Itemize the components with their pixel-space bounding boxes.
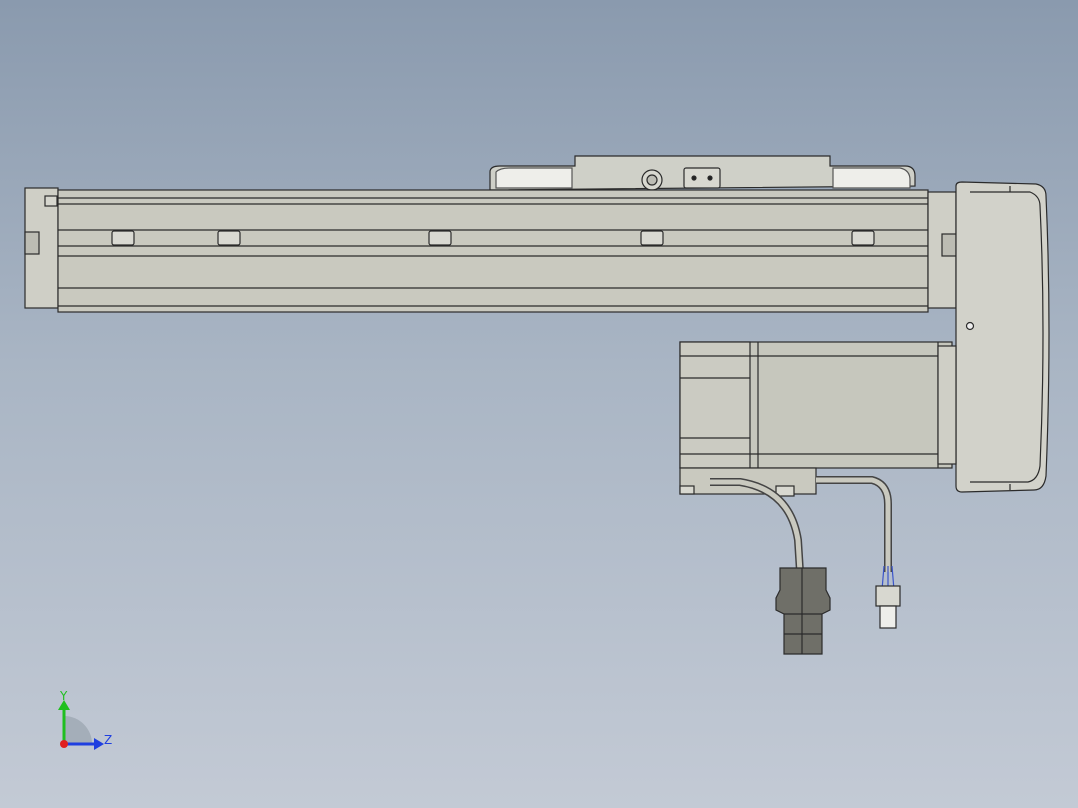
linear-actuator-model[interactable] <box>24 155 1050 655</box>
carriage <box>489 155 916 191</box>
servo-motor <box>679 341 957 497</box>
cad-viewport[interactable]: Y Z <box>0 0 1078 808</box>
right-end-block <box>927 191 957 309</box>
model-canvas[interactable]: Y Z <box>0 0 1078 808</box>
z-axis-label: Z <box>104 733 112 747</box>
encoder-connector <box>875 585 901 629</box>
y-axis-label: Y <box>59 689 68 703</box>
x-axis-dot <box>60 740 68 748</box>
power-connector <box>775 567 831 655</box>
actuator-rail <box>57 189 929 313</box>
axis-triad: Y Z <box>58 689 112 750</box>
mount-plate <box>683 167 721 189</box>
motor-cover <box>955 181 1050 493</box>
left-end-cap <box>24 187 59 309</box>
